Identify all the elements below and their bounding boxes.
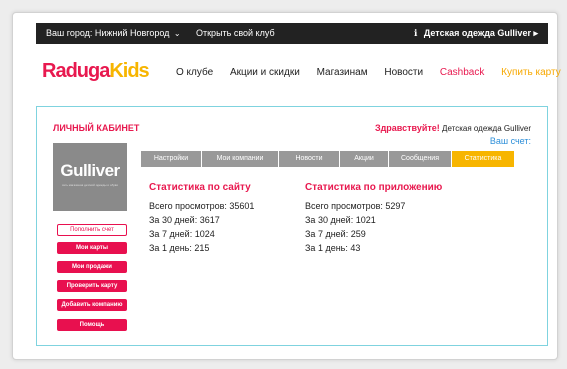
app-stat-1-day: За 1 день: 43 <box>305 243 361 253</box>
help-button[interactable]: Помощь <box>57 319 127 331</box>
cabinet-tabs: Настройки Мои компании Новости Акции Сообщен… <box>141 151 515 167</box>
nav-item-buy-card[interactable]: Купить карту <box>501 67 561 78</box>
avatar-brand: Gulliver <box>60 161 120 180</box>
app-stats: Статистика по приложению Всего просмотро… <box>305 181 442 255</box>
arrow-right-icon: ▸ <box>533 28 538 38</box>
topup-button[interactable]: Пополнить счет <box>57 224 127 236</box>
tab-settings[interactable]: Настройки <box>141 151 201 167</box>
app-stat-7-days: За 7 дней: 259 <box>305 229 366 239</box>
city-label: Ваш город: Нижний Новгород <box>46 28 170 38</box>
shop-account-label: Детская одежда Gulliver <box>423 28 531 38</box>
avatar-tagline: сеть магазинов детской одежды и обуви <box>61 183 119 187</box>
logo-part-raduga: Raduga <box>42 60 110 82</box>
app-stats-title: Статистика по приложению <box>305 182 443 193</box>
nav-item-news[interactable]: Новости <box>384 67 423 78</box>
top-bar: Ваш город: Нижний Новгород ⌄ Открыть сво… <box>36 23 548 44</box>
city-selector[interactable]: Ваш город: Нижний Новгород ⌄ <box>46 28 181 38</box>
check-card-button[interactable]: Проверить карту <box>57 280 127 292</box>
tab-statistics[interactable]: Статистика <box>452 151 514 167</box>
info-icon: ℹ <box>413 28 418 38</box>
site-stats-title: Статистика по сайту <box>149 182 251 193</box>
cabinet-panel: ЛИЧНЫЙ КАБИНЕТ Здравствуйте! Детская оде… <box>36 106 548 346</box>
app-stat-30-days: За 30 дней: 1021 <box>305 215 376 225</box>
greeting-text: Здравствуйте! <box>374 123 440 133</box>
site-stat-1-day: За 1 день: 215 <box>149 243 210 253</box>
site-stats: Статистика по сайту Всего просмотров: 35… <box>149 181 254 255</box>
add-company-button[interactable]: Добавить компанию <box>57 299 127 311</box>
nav-item-stores[interactable]: Магазинам <box>317 67 368 78</box>
open-club-link[interactable]: Открыть свой клуб <box>196 28 275 38</box>
main-nav: О клубе Акции и скидки Магазинам Новости… <box>176 67 561 78</box>
shop-account-link[interactable]: ℹ Детская одежда Gulliver ▸ <box>414 28 538 39</box>
tab-news[interactable]: Новости <box>279 151 339 167</box>
site-stat-30-days: За 30 дней: 3617 <box>149 215 220 225</box>
site-stat-7-days: За 7 дней: 1024 <box>149 229 215 239</box>
shop-avatar: Gulliver сеть магазинов детской одежды и… <box>53 143 127 211</box>
tab-messages[interactable]: Сообщения <box>389 151 451 167</box>
shop-name: Детская одежда Gulliver <box>442 124 531 133</box>
nav-item-promotions[interactable]: Акции и скидки <box>230 67 300 78</box>
tab-my-companies[interactable]: Мои компании <box>202 151 278 167</box>
app-stat-total: Всего просмотров: 5297 <box>305 201 406 211</box>
my-sales-button[interactable]: Мои продажи <box>57 261 127 273</box>
chevron-down-icon: ⌄ <box>173 29 181 38</box>
my-cards-button[interactable]: Мои карты <box>57 242 127 254</box>
site-stat-total: Всего просмотров: 35601 <box>149 201 255 211</box>
greeting-block: Здравствуйте! Детская одежда Gulliver Ва… <box>375 123 531 146</box>
balance-link[interactable]: Ваш счет: <box>375 136 531 146</box>
tab-promotions[interactable]: Акции <box>340 151 388 167</box>
logo-part-kids: Kids <box>109 60 149 82</box>
nav-item-about[interactable]: О клубе <box>176 67 213 78</box>
cabinet-title: ЛИЧНЫЙ КАБИНЕТ <box>53 123 140 133</box>
nav-item-cashback[interactable]: Cashback <box>440 67 484 78</box>
raduga-kids-logo[interactable]: RadugaKids <box>42 60 150 83</box>
